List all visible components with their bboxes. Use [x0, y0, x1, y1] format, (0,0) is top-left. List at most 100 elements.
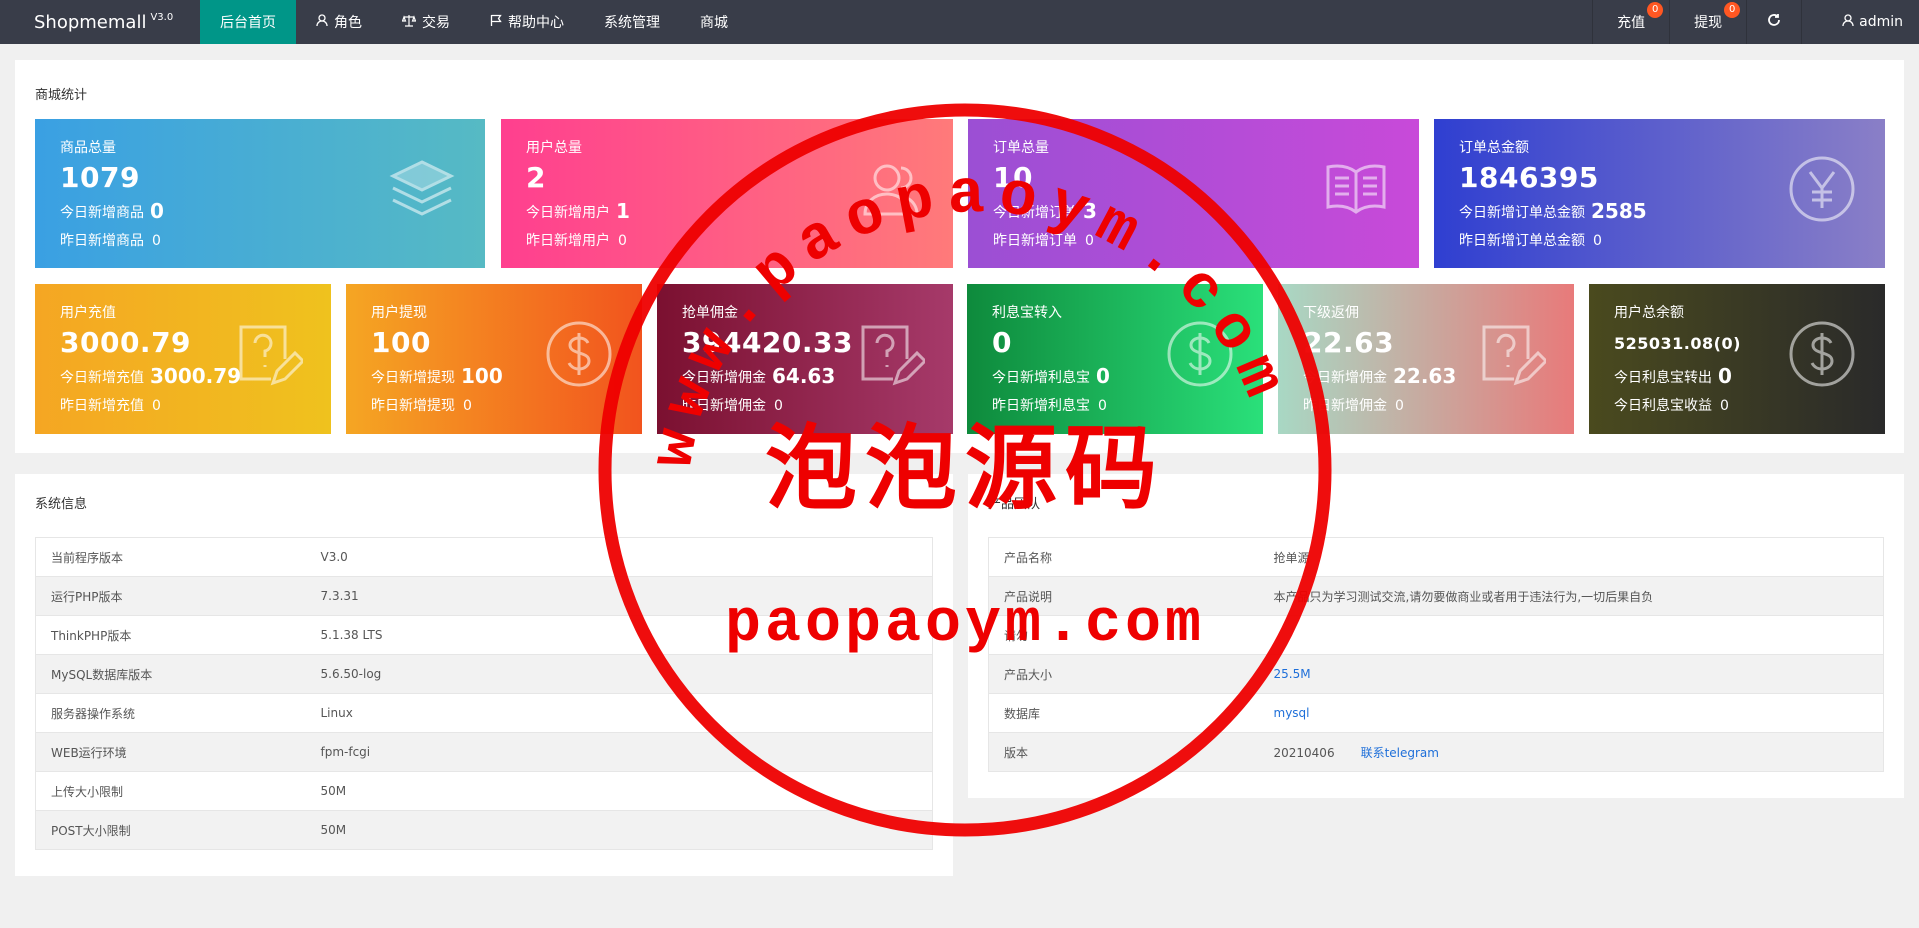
stat-label: 用户总量: [526, 140, 582, 156]
info-key: 上传大小限制: [35, 771, 306, 811]
brand-version: V3.0: [150, 11, 174, 23]
table-row: 当前程序版本 V3.0: [35, 537, 933, 577]
stat-value: 2: [526, 161, 546, 194]
yen-icon: [1789, 156, 1855, 222]
stat-yesterday: 昨日新增佣金 0: [682, 395, 783, 415]
info-value: 7.3.31: [305, 576, 933, 616]
stat-yest-label: 昨日新增利息宝: [992, 398, 1090, 414]
stat-grab-commission[interactable]: 抢单佣金 394420.33 今日新增佣金 64.63 昨日新增佣金 0: [657, 284, 953, 434]
stat-user-balance[interactable]: 用户总余额 525031.08(0) 今日利息宝转出 0 今日利息宝收益 0: [1589, 284, 1885, 434]
stat-value: 1846395: [1459, 161, 1599, 194]
table-row: MySQL数据库版本 5.6.50-log: [35, 654, 933, 694]
stat-today: 今日新增佣金 64.63: [682, 364, 835, 388]
stat-users-total[interactable]: 用户总量 2 今日新增用户 1 昨日新增用户 0: [501, 119, 953, 268]
stat-yest-value: 0: [152, 233, 161, 249]
nav-help-label: 帮助中心: [508, 15, 564, 31]
brand-logo[interactable]: Shopmemall V3.0: [0, 0, 200, 44]
stat-yest-label: 昨日新增佣金: [682, 398, 766, 414]
table-row: ThinkPHP版本 5.1.38 LTS: [35, 615, 933, 655]
nav-trade[interactable]: 交易: [382, 0, 470, 44]
info-key: 版本: [988, 732, 1259, 772]
stat-value: 525031.08(0): [1614, 334, 1741, 353]
stat-today: 今日新增订单总金额 2585: [1459, 199, 1647, 223]
stat-user-withdraw[interactable]: 用户提现 100 今日新增提现 100 昨日新增提现 0: [346, 284, 642, 434]
main-nav: 后台首页 角色 交易 帮助中心 系统管理 商城: [200, 0, 748, 44]
table-row: 服务器操作系统 Linux: [35, 693, 933, 733]
table-row: WEB运行环境 fpm-fcgi: [35, 732, 933, 772]
dollar-icon: [1789, 321, 1855, 387]
stat-value: 0: [992, 326, 1012, 359]
info-value-link[interactable]: 25.5M: [1258, 654, 1884, 694]
book-icon: [1326, 164, 1386, 214]
stat-goods-total[interactable]: 商品总量 1079 今日新增商品 0 昨日新增商品 0: [35, 119, 485, 268]
stat-value: 3000.79: [60, 326, 192, 359]
nav-system[interactable]: 系统管理: [584, 0, 680, 44]
table-row: 数据库 mysql: [988, 693, 1884, 733]
nav-help[interactable]: 帮助中心: [470, 0, 584, 44]
nav-roles[interactable]: 角色: [296, 0, 382, 44]
user-menu[interactable]: admin: [1801, 0, 1919, 44]
stat-yest-label: 今日利息宝收益: [1614, 398, 1712, 414]
nav-system-label: 系统管理: [604, 15, 660, 31]
info-key: 当前程序版本: [35, 537, 306, 577]
refresh-button[interactable]: [1746, 0, 1801, 44]
recharge-button[interactable]: 充值 0: [1592, 0, 1669, 44]
stat-label: 商品总量: [60, 140, 116, 156]
stat-orders-amount[interactable]: 订单总金额 1846395 今日新增订单总金额 2585 昨日新增订单总金额 0: [1434, 119, 1885, 268]
info-value: 本产品只为学习测试交流,请勿要做商业或者用于违法行为,一切后果自负: [1258, 576, 1884, 616]
info-key: WEB运行环境: [35, 732, 306, 772]
nav-mall[interactable]: 商城: [680, 0, 748, 44]
withdraw-label: 提现: [1694, 15, 1723, 31]
stat-today: 今日新增充值 3000.79: [60, 364, 241, 388]
stat-user-recharge[interactable]: 用户充值 3000.79 今日新增充值 3000.79 昨日新增充值 0: [35, 284, 331, 434]
dollar-icon: [1167, 321, 1233, 387]
stat-today-value: 100: [461, 364, 503, 388]
stat-label: 用户提现: [371, 305, 427, 321]
stat-sub-rebate[interactable]: 下级返佣 22.63 今日新增佣金 22.63 昨日新增佣金 0: [1278, 284, 1574, 434]
stat-label: 用户充值: [60, 305, 116, 321]
user-icon: [316, 13, 328, 31]
stat-today-label: 今日新增商品: [60, 205, 144, 221]
stat-yest-label: 昨日新增订单: [993, 233, 1077, 249]
info-key: 请勿: [988, 615, 1259, 655]
recharge-badge: 0: [1647, 2, 1664, 18]
flag-icon: [490, 14, 502, 31]
info-value: fpm-fcgi: [305, 732, 933, 772]
info-key: 产品名称: [988, 537, 1259, 577]
info-value: 20210406 联系telegram: [1258, 732, 1884, 772]
stat-today-label: 今日新增订单: [993, 205, 1077, 221]
table-row: POST大小限制 50M: [35, 810, 933, 850]
users-icon: [863, 164, 919, 216]
nav-mall-label: 商城: [700, 15, 728, 31]
stat-today-value: 22.63: [1393, 364, 1457, 388]
stat-orders-total[interactable]: 订单总量 10 今日新增订单 3 昨日新增订单 0: [968, 119, 1419, 268]
stat-today-label: 今日新增用户: [526, 205, 610, 221]
nav-roles-label: 角色: [334, 15, 362, 31]
nav-dashboard[interactable]: 后台首页: [200, 0, 296, 44]
version-value: 20210406: [1273, 745, 1335, 760]
stat-yest-value: 0: [1720, 398, 1729, 414]
stat-yesterday: 昨日新增订单总金额 0: [1459, 230, 1602, 250]
stat-today: 今日新增提现 100: [371, 364, 503, 388]
table-row: 产品说明 本产品只为学习测试交流,请勿要做商业或者用于违法行为,一切后果自负: [988, 576, 1884, 616]
stat-today-value: 2585: [1591, 199, 1647, 223]
stat-interest-in[interactable]: 利息宝转入 0 今日新增利息宝 0 昨日新增利息宝 0: [967, 284, 1263, 434]
stat-today: 今日新增订单 3: [993, 199, 1097, 223]
stat-label: 订单总量: [993, 140, 1049, 156]
stat-today-value: 0: [150, 199, 164, 223]
info-value: 50M: [305, 810, 933, 850]
stat-today-value: 0: [1718, 364, 1732, 388]
telegram-link[interactable]: 联系telegram: [1361, 746, 1439, 760]
withdraw-button[interactable]: 提现 0: [1669, 0, 1746, 44]
stat-yesterday: 昨日新增提现 0: [371, 395, 472, 415]
stat-yest-value: 0: [1098, 398, 1107, 414]
user-name: admin: [1859, 14, 1903, 30]
stat-today-label: 今日利息宝转出: [1614, 370, 1712, 386]
info-value-link[interactable]: mysql: [1258, 693, 1884, 733]
refresh-icon: [1767, 13, 1781, 31]
stat-yesterday: 昨日新增商品 0: [60, 230, 161, 250]
stat-yesterday: 昨日新增佣金 0: [1303, 395, 1404, 415]
stat-label: 下级返佣: [1303, 305, 1359, 321]
stat-yest-label: 昨日新增订单总金额: [1459, 233, 1585, 249]
stat-today: 今日新增佣金 22.63: [1303, 364, 1456, 388]
